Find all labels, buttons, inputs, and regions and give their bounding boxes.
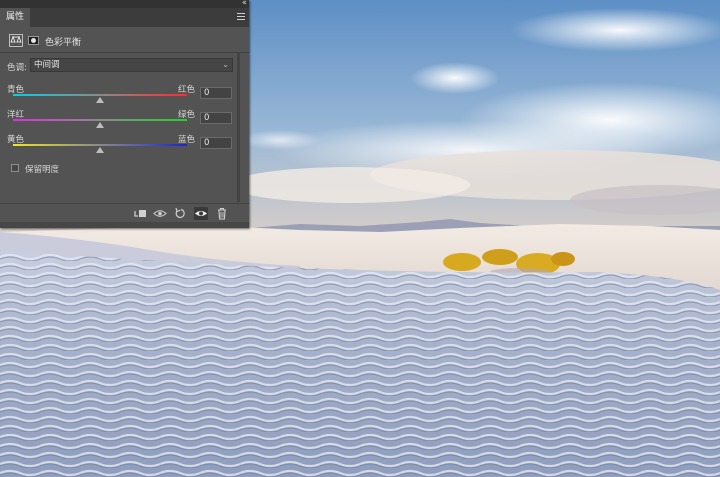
tone-selected-value: 中间调 — [34, 60, 60, 70]
preserve-luminosity-checkbox[interactable] — [11, 164, 19, 172]
view-previous-state-icon[interactable] — [153, 207, 167, 220]
panel-tab-bar: 属性 — [0, 8, 249, 27]
tone-dropdown[interactable]: 中间调 ⌄ — [30, 58, 233, 72]
preserve-luminosity-label: 保留明度 — [25, 165, 60, 175]
clip-to-layer-icon[interactable] — [133, 207, 147, 220]
cyan-red-slider-track[interactable] — [13, 94, 187, 96]
properties-panel: ‹‹ 属性 色彩平衡 色调: 中间调 ⌄ 青色 红色 0 洋红 绿色 0 黄色 … — [0, 0, 249, 228]
reset-icon[interactable] — [173, 207, 187, 220]
yellow-blue-slider-thumb[interactable] — [96, 147, 104, 153]
yellow-blue-value-field[interactable]: 0 — [200, 137, 232, 149]
tab-properties[interactable]: 属性 — [0, 8, 30, 27]
trash-icon[interactable] — [215, 207, 229, 220]
panel-menu-icon[interactable] — [237, 13, 245, 20]
layer-mask-icon[interactable] — [28, 36, 39, 45]
cyan-red-slider-thumb[interactable] — [96, 97, 104, 103]
tone-label: 色调: — [7, 63, 27, 73]
collapse-panel-icon[interactable]: ‹‹ — [242, 0, 247, 8]
magenta-green-slider-track[interactable] — [13, 119, 187, 121]
cyan-red-value-field[interactable]: 0 — [200, 87, 232, 99]
panel-bottom-edge — [0, 222, 249, 228]
magenta-green-slider-thumb[interactable] — [96, 122, 104, 128]
adjustment-header: 色彩平衡 — [0, 30, 249, 53]
adjustment-title: 色彩平衡 — [45, 38, 82, 48]
chevron-down-icon: ⌄ — [222, 60, 229, 69]
visibility-eye-icon[interactable] — [194, 207, 208, 220]
color-balance-icon — [9, 34, 23, 47]
panel-footer-toolbar — [0, 203, 249, 223]
yellow-blue-slider-track[interactable] — [13, 144, 187, 146]
panel-title-strip: ‹‹ — [0, 0, 249, 8]
magenta-green-value-field[interactable]: 0 — [200, 112, 232, 124]
panel-scrollbar[interactable] — [237, 52, 240, 202]
